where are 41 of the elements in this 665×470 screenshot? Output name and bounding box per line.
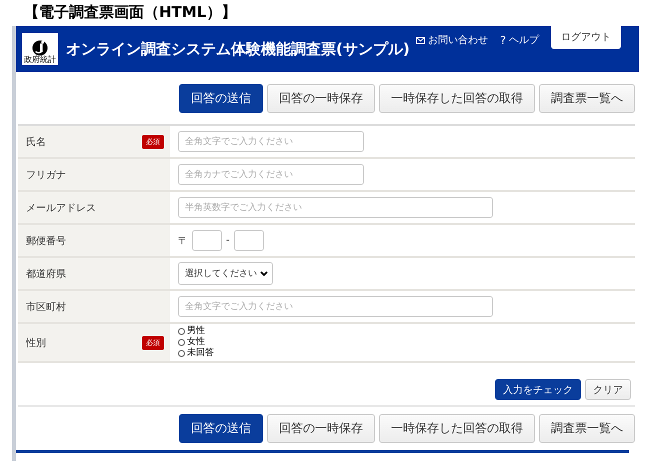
primary-button[interactable]: 回答の送信 <box>179 414 263 443</box>
radio-option[interactable]: 女性 <box>178 337 214 348</box>
field-label: 郵便番号 <box>26 234 66 248</box>
input-field[interactable] <box>234 230 264 251</box>
caption: 【電子調査票画面（HTML）】 <box>23 2 238 23</box>
radio-button[interactable] <box>178 339 185 346</box>
radio-option[interactable]: 男性 <box>178 326 214 337</box>
page-title: オンライン調査システム体験機能調査票(サンプル) <box>66 40 410 58</box>
field-label: 氏名 <box>26 136 46 148</box>
input-field[interactable]: 全角カナでご入力ください <box>178 164 364 185</box>
action-button[interactable]: 一時保存した回答の取得 <box>379 414 535 443</box>
field-label: 都道府県 <box>26 268 66 280</box>
logout-button[interactable]: ログアウト <box>551 26 621 49</box>
action-button[interactable]: 回答の一時保存 <box>267 84 375 113</box>
mail-icon <box>416 36 426 44</box>
radio-option[interactable]: 未回答 <box>178 348 214 359</box>
select-field[interactable]: 選択してください <box>178 262 273 285</box>
primary-button[interactable]: 入力をチェック <box>495 379 581 400</box>
action-button[interactable]: 一時保存した回答の取得 <box>379 84 535 113</box>
logo-icon <box>32 40 48 56</box>
input-field[interactable]: 全角文字でご入力ください <box>178 131 364 152</box>
radio-button[interactable] <box>178 350 185 357</box>
postal-mark: 〒 <box>178 234 188 248</box>
action-button[interactable]: クリア <box>585 379 631 400</box>
separator: - <box>226 235 230 246</box>
field-label: メールアドレス <box>26 202 96 214</box>
primary-button[interactable]: 回答の送信 <box>179 84 263 113</box>
header-link[interactable]: お問い合わせ <box>416 33 488 47</box>
action-button[interactable]: 回答の一時保存 <box>267 414 375 443</box>
chevron-icon <box>260 270 268 276</box>
action-button[interactable]: 調査票一覧へ <box>539 84 635 113</box>
input-field[interactable] <box>192 230 222 251</box>
field-label: フリガナ <box>26 168 66 182</box>
header-link[interactable]: ? ヘルプ <box>500 33 539 47</box>
field-label: 市区町村 <box>26 300 66 314</box>
logo: 政府統計 <box>22 33 58 65</box>
field-label: 性別 <box>26 336 46 350</box>
input-field[interactable]: 半角英数字でご入力ください <box>178 197 493 218</box>
radio-button[interactable] <box>178 328 185 335</box>
input-field[interactable]: 全角文字でご入力ください <box>178 296 493 317</box>
action-button[interactable]: 調査票一覧へ <box>539 414 635 443</box>
